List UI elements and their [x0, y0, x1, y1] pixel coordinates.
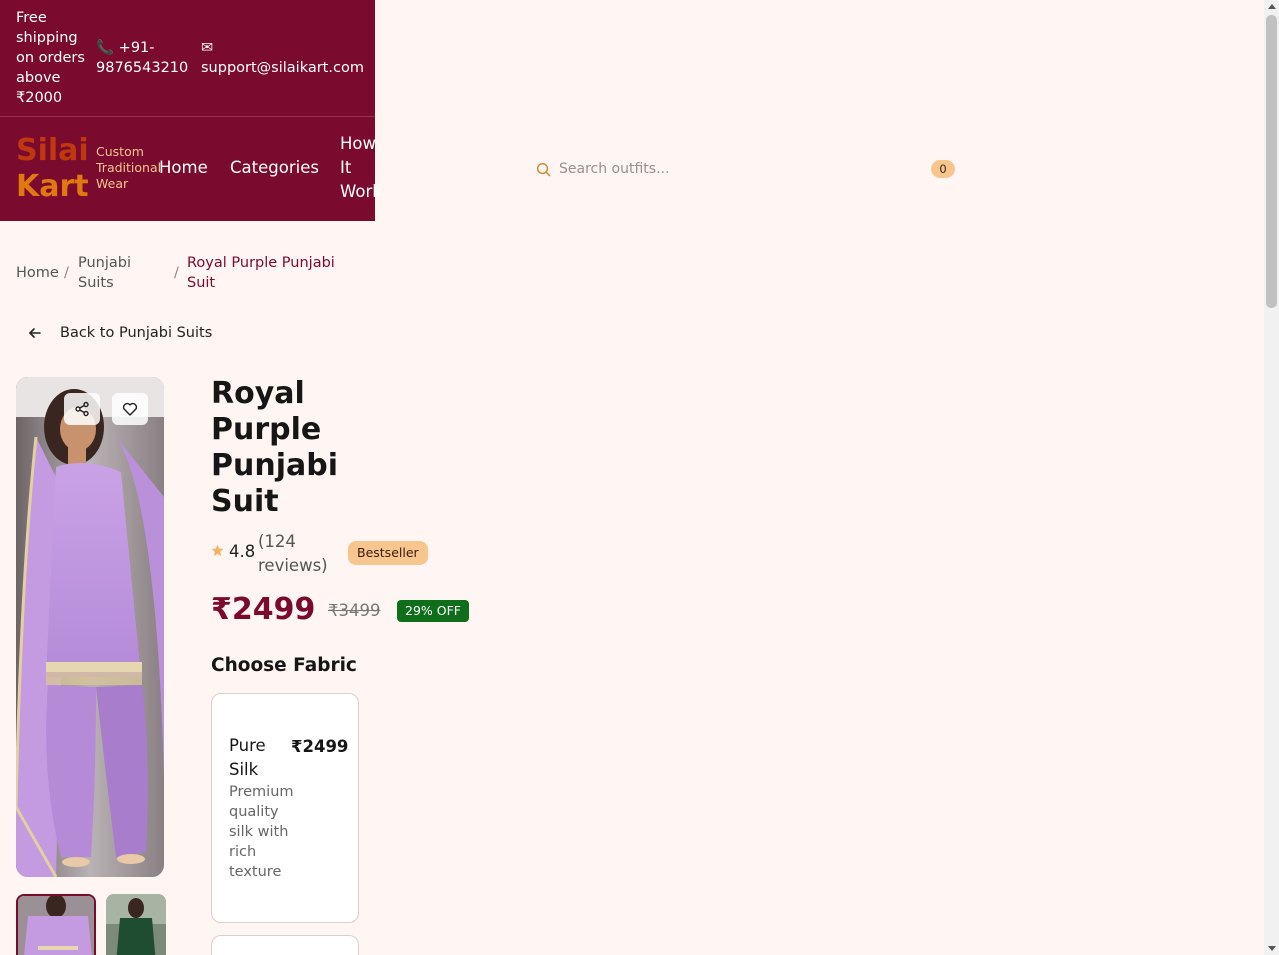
breadcrumb-separator: / — [64, 265, 69, 281]
email-contact[interactable]: ✉ support@silaikart.com — [201, 38, 371, 78]
breadcrumb-category[interactable]: Punjabi Suits — [78, 253, 158, 293]
main-navbar: Silai Kart Custom Traditional Wear Home … — [0, 117, 380, 221]
wishlist-button[interactable] — [112, 393, 148, 425]
phone-contact[interactable]: 📞 +91-9876543210 — [96, 38, 196, 78]
product-thumbnail-1[interactable] — [16, 894, 96, 955]
search-bar — [526, 152, 746, 186]
scrollbar-thumb[interactable] — [1266, 15, 1277, 308]
share-icon — [75, 401, 89, 417]
nav-how-it-works[interactable]: How It Works — [340, 132, 380, 204]
share-button[interactable] — [64, 393, 100, 425]
breadcrumb-separator: / — [174, 265, 179, 281]
breadcrumb-current: Royal Purple Punjabi Suit — [187, 255, 335, 291]
product-title: Royal Purple Punjabi Suit — [211, 376, 338, 519]
heart-icon — [122, 402, 138, 416]
thumbnail-photo — [18, 896, 94, 955]
product-photo — [16, 377, 164, 877]
fabric-option-name: Pure Silk — [229, 736, 266, 779]
top-info-bar: Free shipping on orders above ₹2000 📞 +9… — [0, 0, 375, 117]
breadcrumb-home[interactable]: Home — [16, 263, 59, 283]
scroll-up-arrow-icon[interactable] — [1268, 4, 1276, 9]
product-price: ₹2499 — [211, 592, 316, 627]
star-icon — [211, 544, 224, 557]
site-header: Free shipping on orders above ₹2000 📞 +9… — [0, 0, 380, 221]
fabric-option-price: ₹2499 — [291, 737, 349, 756]
scroll-down-arrow-icon[interactable] — [1268, 946, 1276, 951]
cart-count-badge[interactable]: 0 — [931, 160, 955, 178]
fabric-heading: Choose Fabric — [211, 655, 357, 676]
fabric-option-card[interactable]: Pure Silk ₹2499 Premium quality silk wit… — [211, 693, 359, 923]
product-thumbnail-2[interactable] — [106, 894, 166, 955]
search-icon — [536, 162, 551, 176]
product-main-image[interactable] — [16, 377, 164, 877]
brand-name-part1: Silai — [16, 133, 89, 168]
original-price: ₹3499 — [328, 601, 381, 620]
back-link[interactable]: Back to Punjabi Suits — [28, 325, 212, 341]
back-link-label: Back to Punjabi Suits — [60, 325, 213, 341]
brand-name-part2: Kart — [16, 169, 89, 204]
rating-value: 4.8 — [229, 542, 256, 561]
bestseller-badge: Bestseller — [348, 541, 428, 565]
page-scrollbar[interactable] — [1264, 0, 1279, 955]
arrow-left-icon — [29, 328, 41, 338]
nav-categories[interactable]: Categories — [230, 156, 319, 180]
nav-home[interactable]: Home — [159, 156, 208, 180]
review-count[interactable]: (124 reviews) — [258, 530, 338, 578]
brand-tagline: Custom Traditional Wear — [96, 144, 162, 191]
fabric-option-description: Premium quality silk with rich texture — [229, 784, 294, 880]
shipping-notice: Free shipping on orders above ₹2000 — [16, 10, 85, 106]
brand-logo[interactable]: Silai Kart — [16, 133, 89, 205]
discount-badge: 29% OFF — [397, 600, 469, 622]
thumbnail-photo — [106, 894, 166, 955]
search-input[interactable] — [559, 161, 739, 177]
fabric-option-card[interactable] — [211, 935, 359, 955]
